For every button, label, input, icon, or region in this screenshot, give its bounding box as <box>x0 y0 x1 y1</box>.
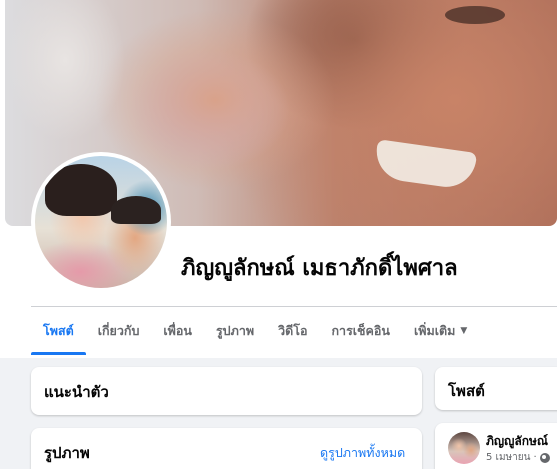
caret-down-icon: ▼ <box>460 326 468 336</box>
post-author-name[interactable]: ภิญญูลักษณ์ <box>486 432 548 451</box>
post-author-avatar[interactable] <box>448 432 480 464</box>
tab-more[interactable]: เพิ่มเติม ▼ <box>402 307 479 355</box>
tab-checkins[interactable]: การเช็คอิน <box>319 307 401 355</box>
tab-photos[interactable]: รูปภาพ <box>204 307 266 355</box>
see-all-photos-link[interactable]: ดูรูปภาพทั้งหมด <box>320 443 405 463</box>
intro-title: แนะนำตัว <box>44 383 109 401</box>
tab-videos[interactable]: วิดีโอ <box>266 307 319 355</box>
globe-icon <box>539 452 550 463</box>
profile-picture[interactable] <box>31 152 171 292</box>
photos-card: รูปภาพ ดูรูปภาพทั้งหมด <box>31 428 422 469</box>
intro-card: แนะนำตัว <box>31 367 422 415</box>
avatar <box>35 156 167 288</box>
posts-title: โพสต์ <box>448 382 485 400</box>
tab-posts[interactable]: โพสต์ <box>31 307 86 355</box>
tab-friends[interactable]: เพื่อน <box>151 307 204 355</box>
post-card: ภิญญูลักษณ์ 5 เมษายน · <box>435 423 557 469</box>
photos-title: รูปภาพ <box>44 444 90 462</box>
tab-about[interactable]: เกี่ยวกับ <box>86 307 152 355</box>
profile-tabs: โพสต์ เกี่ยวกับ เพื่อน รูปภาพ วิดีโอ การ… <box>31 307 479 355</box>
profile-name: ภิญญูลักษณ์ เมธาภักดิ์ไพศาล <box>181 256 458 281</box>
posts-card: โพสต์ <box>435 367 557 410</box>
post-date[interactable]: 5 เมษายน <box>486 450 530 465</box>
post-meta: 5 เมษายน · <box>486 450 550 465</box>
meta-separator: · <box>533 452 537 463</box>
